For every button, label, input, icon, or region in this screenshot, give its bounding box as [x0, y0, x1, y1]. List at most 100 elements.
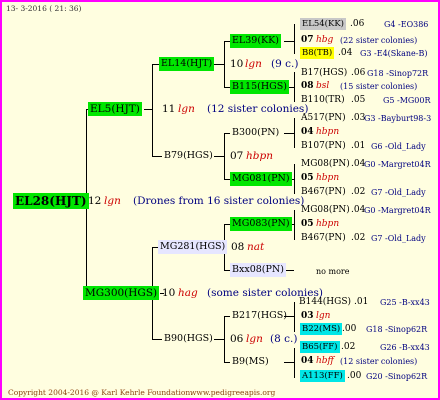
b107-ref: G6 -Old_Lady [371, 142, 426, 151]
copyright: Copyright 2004-2016 @ Karl Kehrle Founda… [8, 388, 193, 397]
connector [284, 362, 294, 363]
b9-queen: B9(MS) [232, 356, 269, 367]
root-num: 12 [88, 195, 102, 207]
el39-sym: lgn [245, 58, 262, 70]
el5-num: 11 [162, 103, 176, 115]
g1-note: (22 sister colonies) [340, 36, 418, 45]
connector [214, 339, 224, 340]
bxx08-note: no more [316, 267, 350, 276]
el5-note: (12 sister colonies) [207, 103, 309, 115]
b65-queen: B65(FF) [300, 341, 340, 353]
g6-sym: lgn [316, 311, 331, 321]
connector [214, 156, 224, 157]
g3-num: 04 [301, 127, 314, 137]
el54-year: .06 [350, 19, 365, 29]
connector [152, 156, 162, 157]
b467b-queen: B467(PN) [301, 233, 346, 243]
b8-queen: B8(TB) [300, 47, 335, 59]
b144-year: .01 [354, 297, 369, 307]
connector [152, 64, 159, 65]
mg083-queen: MG083(PN) [230, 217, 292, 231]
mg281-sym: nat [247, 241, 265, 253]
connector [294, 164, 295, 194]
el5-sym: lgn [178, 103, 195, 115]
g4-sym: hbpn [316, 173, 340, 183]
a517-queen: A517(PN) [301, 113, 346, 123]
b217-num: 06 [230, 333, 244, 345]
a113-year: .00 [347, 371, 362, 381]
mg281-num: 08 [231, 241, 245, 253]
b110-queen: B110(TR) [301, 95, 345, 105]
mg08b-queen: MG08(PN) [301, 205, 350, 215]
a113-queen: A113(FF) [300, 370, 345, 382]
g3-sym: hbpn [316, 127, 340, 137]
b467a-ref: G7 -Old_Lady [371, 188, 426, 197]
g2-sym: bsl [316, 81, 330, 91]
b17-year: .06 [351, 68, 366, 78]
b65-ref: G26 -B-xx43 [380, 343, 430, 352]
site-link[interactable]: www.pedigreeapis.org [190, 388, 275, 397]
g2-num: 08 [301, 81, 314, 91]
connector [144, 109, 152, 110]
g4-num: 05 [301, 173, 314, 183]
b217-note: (8 c.) [270, 333, 298, 345]
connector [294, 72, 295, 102]
g2-note: (15 sister colonies) [340, 82, 418, 91]
b79-num: 07 [230, 150, 244, 162]
b107-year: .01 [351, 141, 366, 151]
mg081-queen: MG081(PN) [230, 172, 292, 186]
g1-sym: hbg [316, 35, 334, 45]
b217-queen: B217(HGS) [232, 310, 287, 321]
b110-year: .05 [351, 95, 366, 105]
mg08-ref: G0 -Margret04R [364, 160, 431, 169]
g5-num: 05 [301, 219, 314, 229]
a517-ref: G3 -Bayburt98-3 [364, 114, 432, 123]
date-stamp: 13- 3-2016 ( 21: 36) [6, 4, 82, 13]
mg08-queen: MG08(PN) [301, 159, 350, 169]
root-sym: lgn [104, 195, 121, 207]
el54-queen: EL54(KK) [300, 18, 346, 30]
connector [294, 348, 295, 378]
b65-year: .02 [341, 342, 356, 352]
g1-num: 07 [301, 35, 314, 45]
root-queen: EL28(HJT) [13, 193, 89, 209]
connector [224, 133, 225, 179]
connector [294, 24, 295, 54]
connector [294, 118, 295, 148]
connector [294, 210, 295, 240]
el39-note: (9 c.) [271, 58, 299, 70]
connector [152, 64, 153, 156]
g7-sym: hbff [316, 356, 334, 366]
b467a-year: .02 [351, 187, 366, 197]
connector [224, 316, 225, 362]
b8-year: .04 [338, 48, 353, 58]
pedigree-chart: 13- 3-2016 ( 21: 36) EL28(HJT) 12 lgn (D… [0, 0, 440, 400]
b22-year: .00 [342, 324, 357, 334]
connector [284, 41, 294, 42]
connector [284, 133, 294, 134]
b144-queen: B144(HGS) [299, 297, 352, 307]
mg300-queen: MG300(HGS) [83, 286, 160, 300]
bxx08-queen: Bxx08(PN) [230, 263, 286, 277]
b467a-queen: B467(PN) [301, 187, 346, 197]
b115-queen: B115(HGS) [230, 80, 289, 94]
connector [224, 41, 225, 87]
b107-queen: B107(PN) [301, 141, 346, 151]
root-note: (Drones from 16 sister colonies) [133, 195, 305, 207]
el5-queen: EL5(HJT) [88, 102, 142, 116]
el39-queen: EL39(KK) [230, 34, 281, 48]
b79-queen: B79(HGS) [164, 150, 213, 161]
mg300-sym: hag [178, 287, 198, 299]
b110-ref: G5 -MG00R [383, 96, 431, 105]
a113-ref: G20 -Sinop62R [366, 372, 428, 381]
mg281-queen: MG281(HGS) [158, 240, 228, 254]
g7-num: 04 [301, 356, 314, 366]
el14-queen: EL14(HJT) [159, 57, 215, 71]
connector [294, 302, 295, 332]
b467b-year: .02 [351, 233, 366, 243]
b17-ref: G18 -Sinop72R [367, 69, 429, 78]
el39-num: 10 [230, 58, 244, 70]
b144-ref: G25 -B-xx43 [380, 298, 430, 307]
b8-ref: G3 -E4(Skane-B) [360, 49, 428, 58]
b22-ref: G18 -Sinop62R [366, 325, 428, 334]
